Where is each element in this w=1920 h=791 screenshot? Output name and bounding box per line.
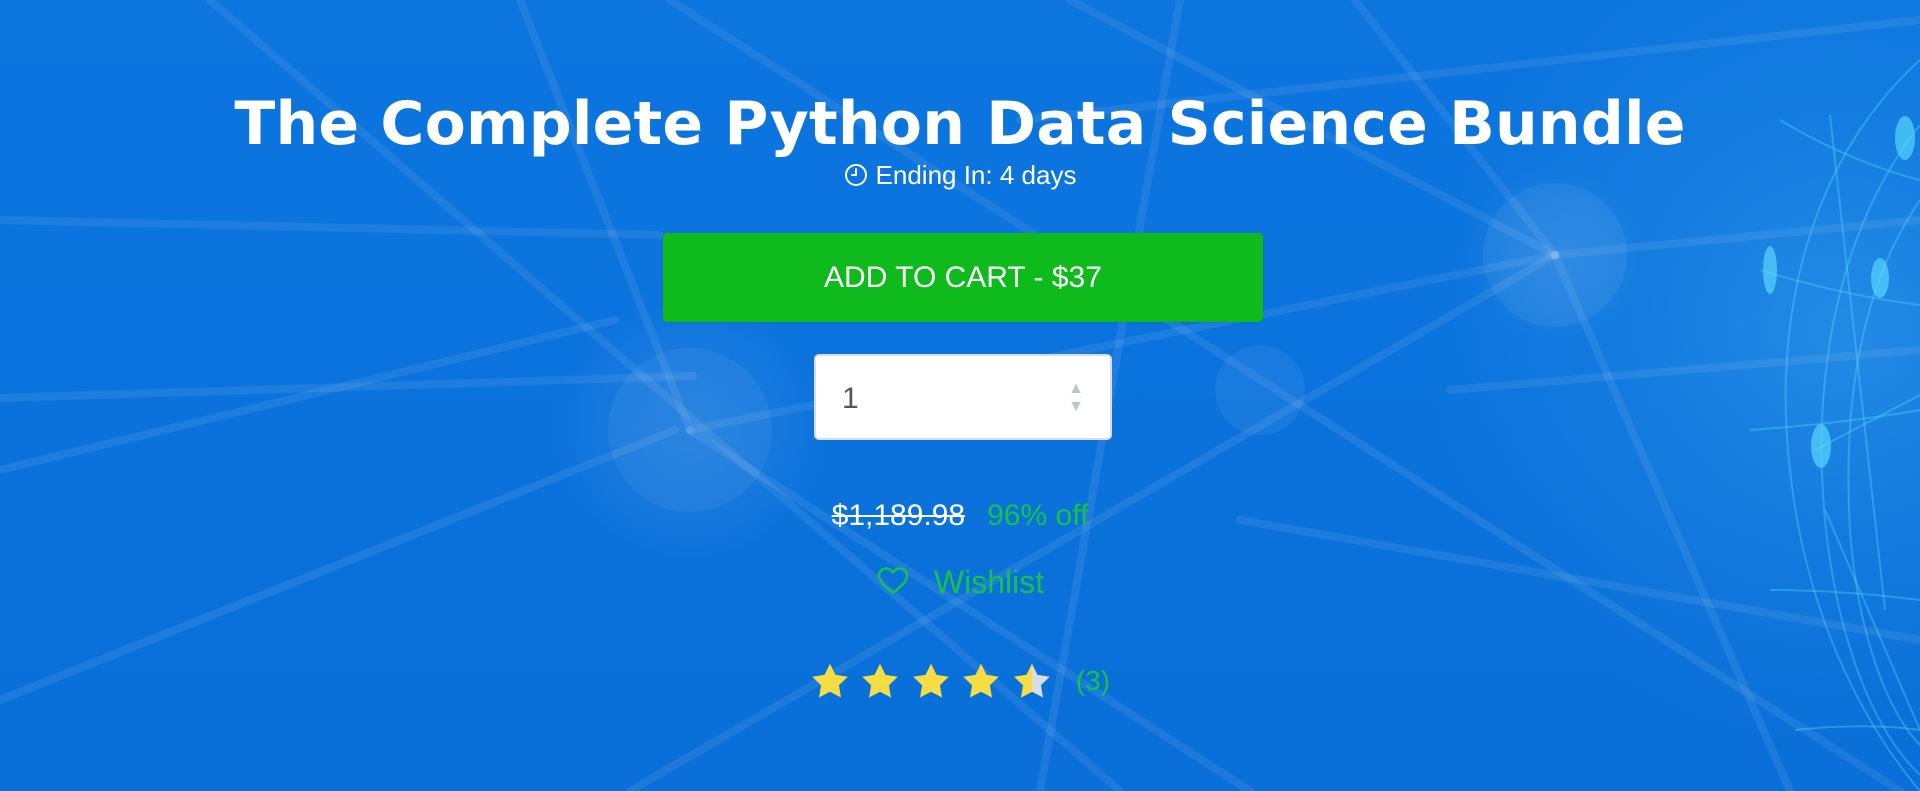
- quantity-spinner[interactable]: ▲ ▼: [1065, 381, 1087, 415]
- wishlist-button[interactable]: Wishlist: [0, 562, 1920, 602]
- star-icon: [913, 663, 949, 698]
- ending-text: Ending In: 4 days: [875, 160, 1077, 190]
- ending-timer: Ending In: 4 days: [0, 157, 1920, 193]
- quantity-stepper[interactable]: 1 ▲ ▼: [814, 354, 1112, 440]
- price-summary: $1,189.98 96% off: [0, 496, 1920, 536]
- quantity-value[interactable]: 1: [842, 381, 859, 417]
- add-to-cart-button[interactable]: ADD TO CART - $37: [663, 233, 1263, 322]
- discount-badge: 96% off: [987, 499, 1089, 532]
- product-hero: The Complete Python Data Science Bundle …: [0, 0, 1920, 791]
- clock-icon: [844, 160, 868, 186]
- star-icon: [812, 663, 848, 698]
- star-icon: [963, 663, 1000, 698]
- star-icon: [862, 663, 899, 698]
- original-price: $1,189.98: [831, 499, 966, 532]
- hero-background: The Complete Python Data Science Bundle …: [0, 0, 1920, 791]
- rating-summary: (3): [0, 662, 1920, 700]
- product-title: The Complete Python Data Science Bundle: [234, 89, 1686, 159]
- review-count[interactable]: (3): [1076, 663, 1110, 699]
- wishlist-label[interactable]: Wishlist: [934, 564, 1044, 600]
- star-rating: [810, 662, 1058, 700]
- chevron-up-icon[interactable]: ▲: [1065, 381, 1087, 397]
- chevron-down-icon[interactable]: ▼: [1065, 399, 1087, 415]
- heart-icon[interactable]: [876, 565, 910, 595]
- half-star-icon: [1013, 663, 1050, 698]
